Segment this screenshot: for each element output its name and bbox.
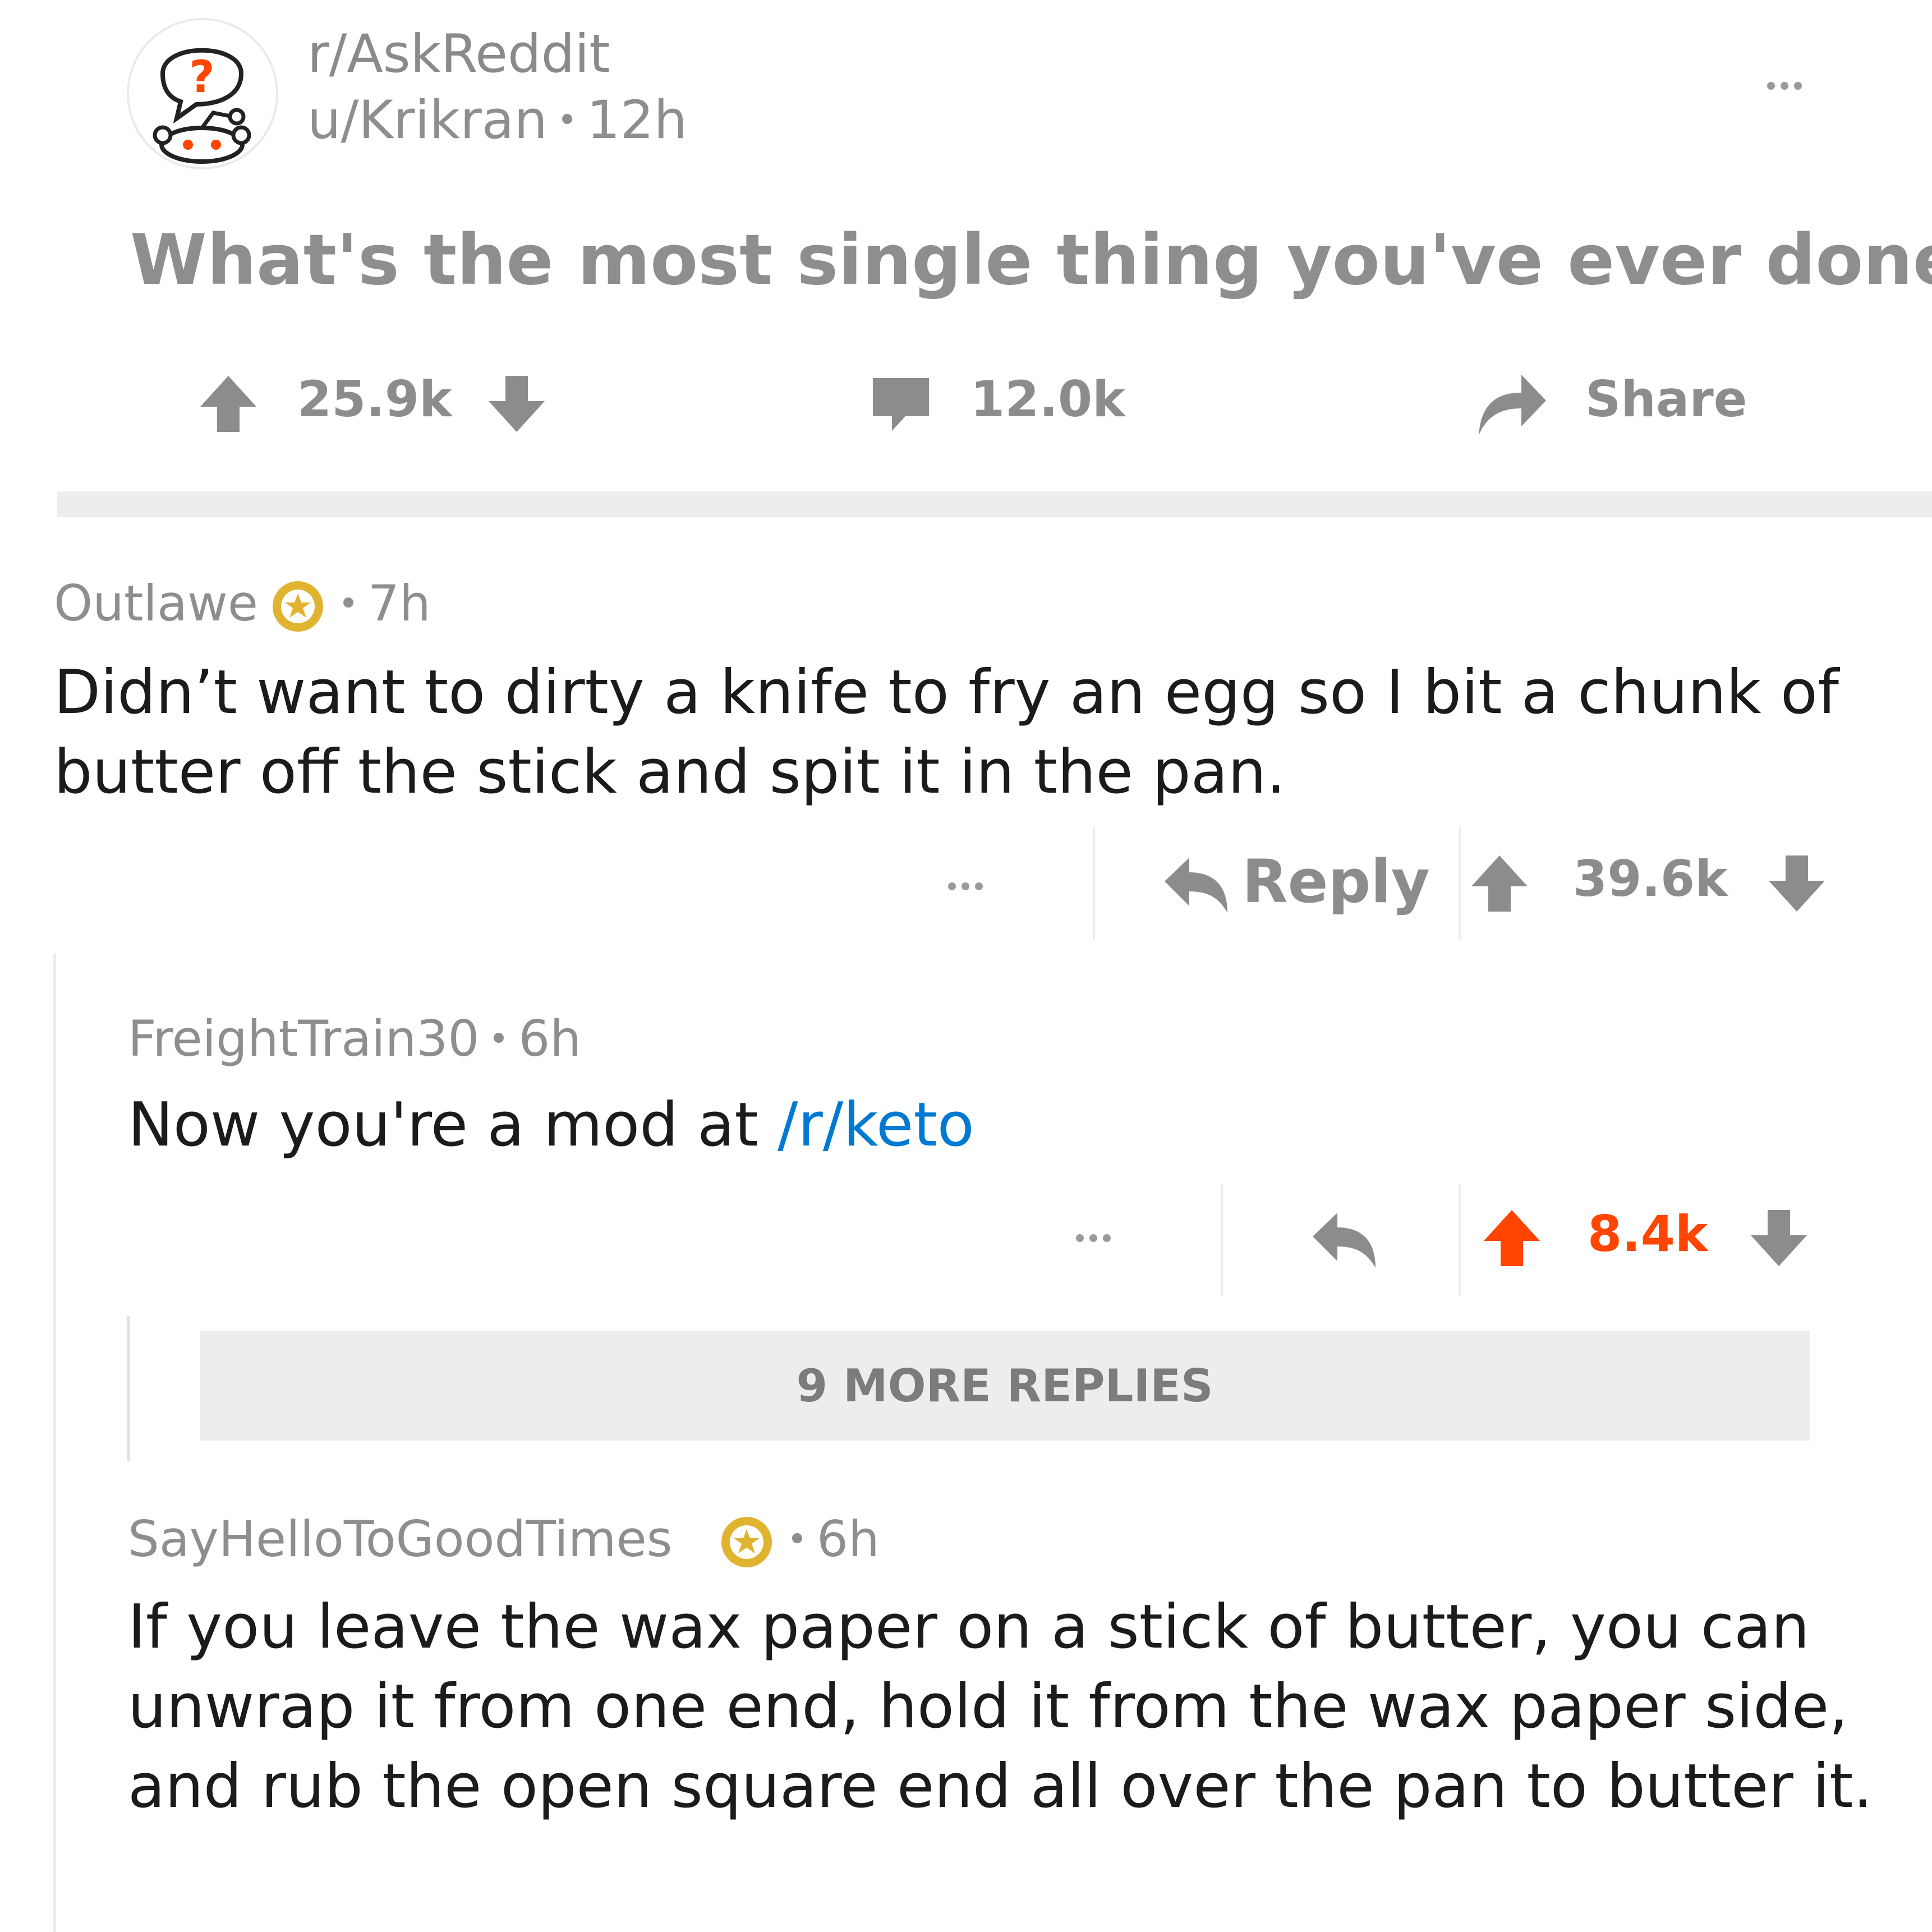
comment-age: 6h (518, 1010, 582, 1068)
comment-author[interactable]: SayHelloToGoodTimes (128, 1510, 673, 1568)
subreddit-link[interactable]: /r/keto (778, 1090, 974, 1160)
svg-text:?: ? (189, 52, 214, 103)
comment-author[interactable]: FreightTrain30 (128, 1010, 479, 1068)
comment-outlawe-age: 7h (343, 574, 431, 632)
action-divider (1221, 1184, 1223, 1296)
askreddit-logo-icon: ? (153, 48, 251, 164)
comment-body: If you leave the wax paper on a stick of… (128, 1592, 1873, 1821)
comment-outlawe-header: Outlawe (54, 574, 258, 632)
comment-downvote-icon[interactable] (1748, 1207, 1810, 1269)
comment-age: 7h (368, 574, 431, 632)
post-author[interactable]: u/Krikran (307, 90, 548, 151)
post-overflow-menu-icon[interactable] (1767, 82, 1802, 90)
share-arrow-icon[interactable] (1475, 369, 1548, 436)
comment-sayhello-header: SayHelloToGoodTimes (128, 1510, 673, 1568)
subreddit-name[interactable]: r/AskReddit (307, 24, 610, 85)
reply-button[interactable]: Reply (1242, 847, 1430, 916)
thread-line[interactable] (127, 1316, 130, 1461)
comment-score: 8.4k (1588, 1205, 1708, 1263)
more-replies-label: 9 MORE REPLIES (796, 1359, 1213, 1412)
comment-body: Didn’t want to dirty a knife to fry an e… (54, 657, 1839, 807)
more-replies-button[interactable]: 9 MORE REPLIES (200, 1331, 1810, 1441)
comment-sayhello-age: 6h (792, 1510, 880, 1568)
gold-badge-icon (721, 1517, 772, 1567)
share-button[interactable]: Share (1585, 370, 1747, 428)
subreddit-avatar[interactable]: ? (127, 18, 278, 169)
thread-line[interactable] (53, 954, 56, 1932)
post-comment-count[interactable]: 12.0k (970, 370, 1125, 428)
post-score: 25.9k (297, 370, 452, 428)
comment-body: Now you're a mod at /r/keto (128, 1085, 974, 1165)
comment-bubble-icon[interactable] (870, 375, 932, 433)
action-divider (1459, 1184, 1461, 1296)
separator-dot (792, 1533, 802, 1544)
post-age: 12h (586, 90, 688, 151)
comment-score: 39.6k (1573, 850, 1728, 908)
separator-dot (343, 597, 353, 608)
post-downvote-icon[interactable] (486, 373, 548, 435)
post-comments-separator (57, 491, 1932, 517)
comment-age: 6h (817, 1510, 880, 1568)
action-divider (1093, 827, 1095, 940)
comment-upvote-icon[interactable] (1469, 853, 1530, 914)
separator-dot (494, 1033, 504, 1043)
comment-body-text: Now you're a mod at (128, 1090, 778, 1160)
reply-arrow-icon[interactable] (1310, 1211, 1378, 1270)
gold-badge-icon (273, 581, 323, 632)
comment-overflow-menu-icon[interactable] (1076, 1234, 1111, 1242)
post-upvote-icon[interactable] (197, 373, 259, 435)
post-title[interactable]: What's the most single thing you've ever… (130, 220, 1932, 301)
action-divider (1459, 827, 1461, 940)
comment-overflow-menu-icon[interactable] (948, 882, 983, 890)
separator-dot (562, 114, 572, 125)
comment-freighttrain-header: FreightTrain30 6h (128, 1010, 581, 1068)
post-meta: u/Krikran 12h (307, 90, 687, 151)
comment-author[interactable]: Outlawe (54, 574, 258, 632)
reply-arrow-icon[interactable] (1162, 855, 1230, 915)
comment-upvote-active-icon[interactable] (1481, 1207, 1543, 1269)
comment-downvote-icon[interactable] (1766, 853, 1828, 914)
